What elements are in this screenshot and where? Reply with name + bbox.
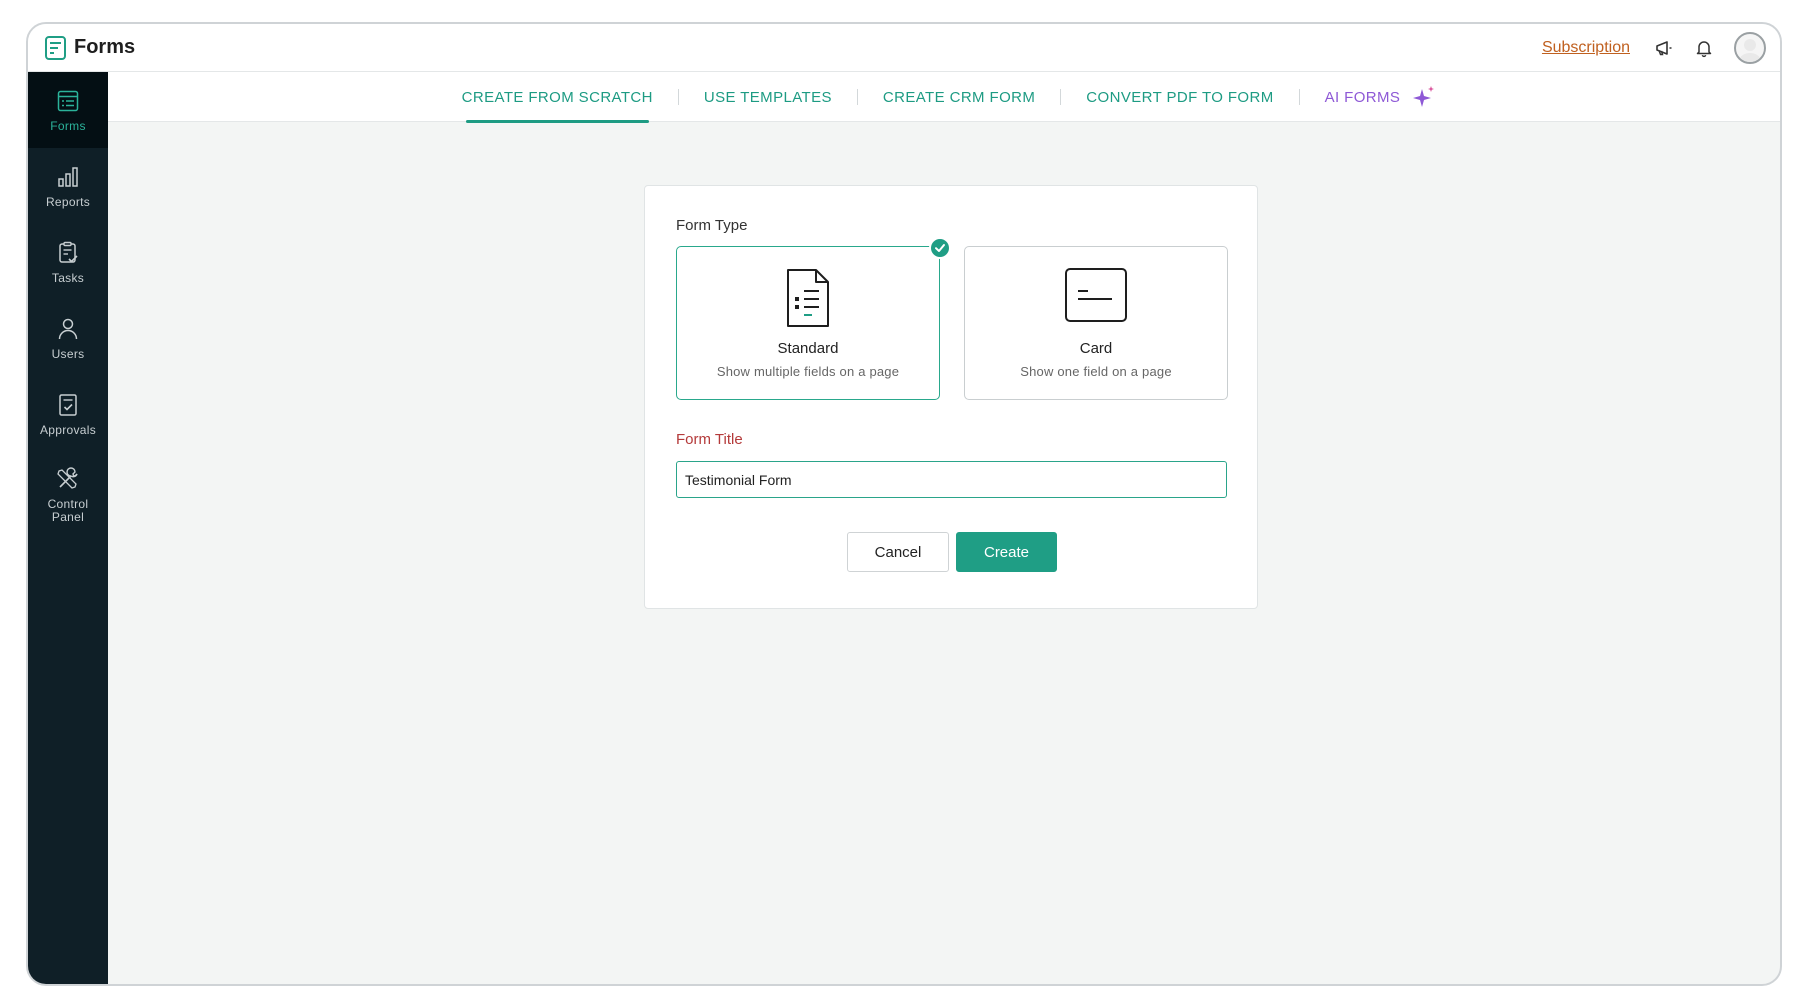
form-type-description: Show multiple fields on a page — [716, 364, 900, 379]
tasks-icon — [59, 241, 78, 263]
sparkle-icon — [1413, 86, 1435, 107]
sidebar-item-label: Forms — [50, 118, 86, 133]
forms-icon — [57, 90, 79, 111]
user-icon — [58, 318, 78, 339]
tab-create-from-scratch[interactable]: CREATE FROM SCRATCH — [437, 72, 678, 123]
create-button[interactable]: Create — [956, 532, 1057, 572]
sidebar-item-control-panel[interactable]: Control Panel — [28, 452, 108, 538]
tab-convert-pdf-to-form[interactable]: CONVERT PDF TO FORM — [1061, 72, 1298, 122]
forms-logo-icon — [45, 35, 66, 60]
sidebar-item-label: Reports — [45, 194, 91, 209]
sidebar: Forms Reports Tasks Users Approvals Cont… — [28, 72, 108, 984]
sidebar-item-label: Approvals — [39, 422, 97, 437]
sidebar-item-forms[interactable]: Forms — [28, 72, 108, 148]
tab-ai-forms-label: AI FORMS — [1324, 88, 1401, 106]
sidebar-item-label: Control Panel — [47, 497, 89, 524]
sidebar-item-label: Tasks — [51, 270, 85, 285]
sidebar-item-users[interactable]: Users — [28, 300, 108, 376]
approvals-icon — [59, 393, 77, 416]
tab-ai-forms[interactable]: AI FORMS — [1300, 72, 1462, 122]
check-icon — [929, 237, 951, 259]
form-title-label: Form Title — [676, 431, 743, 448]
create-form-panel: Form Type Standard Show multiple fields … — [644, 185, 1258, 609]
form-type-description: Show one field on a page — [1020, 364, 1172, 379]
form-type-card[interactable]: Card Show one field on a page — [964, 246, 1228, 400]
document-list-icon — [787, 269, 829, 327]
bar-chart-icon — [58, 166, 78, 187]
tools-icon — [57, 467, 78, 489]
form-type-name: Card — [1079, 340, 1113, 357]
app-name: Forms — [74, 36, 136, 58]
form-type-standard[interactable]: Standard Show multiple fields on a page — [676, 237, 951, 400]
bell-icon[interactable] — [1694, 38, 1714, 58]
form-type-name: Standard — [777, 340, 839, 357]
tabs: CREATE FROM SCRATCH USE TEMPLATES CREATE… — [108, 72, 1780, 123]
tab-create-crm-form[interactable]: CREATE CRM FORM — [858, 72, 1060, 122]
avatar[interactable] — [1734, 31, 1766, 64]
tab-bar: CREATE FROM SCRATCH USE TEMPLATES CREATE… — [108, 72, 1780, 123]
tab-use-templates[interactable]: USE TEMPLATES — [679, 72, 857, 122]
top-bar: Forms Subscription — [28, 24, 1780, 72]
app-window: Forms Subscription Forms Reports Tasks U… — [26, 22, 1782, 986]
announcement-icon[interactable] — [1654, 38, 1674, 58]
subscription-link[interactable]: Subscription — [1542, 39, 1630, 57]
card-icon — [1065, 268, 1127, 322]
header-actions: Subscription — [1542, 31, 1766, 64]
form-type-label: Form Type — [676, 217, 748, 234]
form-title-input[interactable] — [676, 461, 1227, 498]
sidebar-item-approvals[interactable]: Approvals — [28, 376, 108, 452]
brand[interactable]: Forms — [44, 35, 135, 61]
sidebar-item-label: Users — [51, 346, 85, 361]
sidebar-item-tasks[interactable]: Tasks — [28, 224, 108, 300]
sidebar-item-reports[interactable]: Reports — [28, 148, 108, 224]
cancel-button[interactable]: Cancel — [847, 532, 949, 572]
